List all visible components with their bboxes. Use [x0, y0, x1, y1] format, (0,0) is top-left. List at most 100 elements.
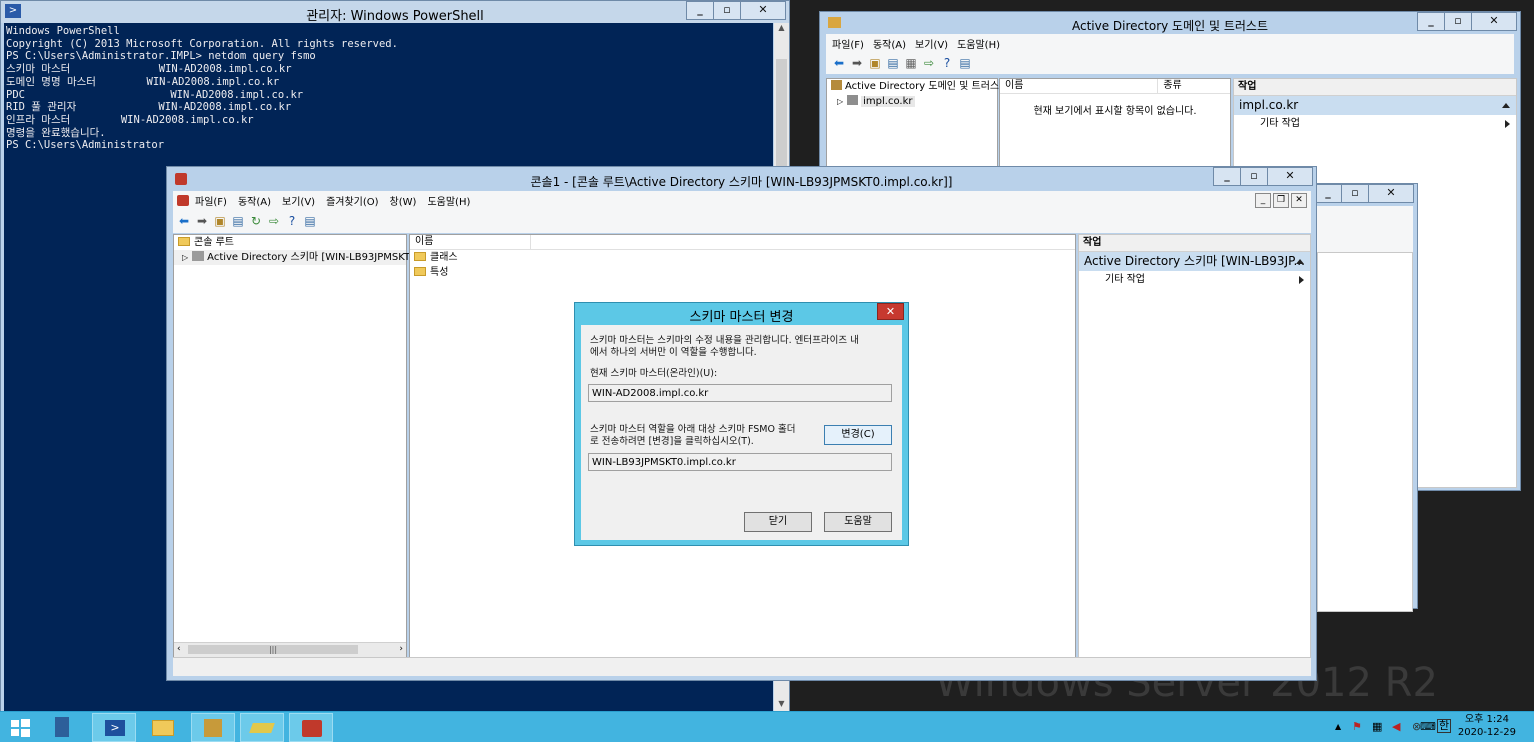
column-type[interactable]: 종류: [1158, 79, 1230, 93]
child-minimize-button[interactable]: _: [1255, 193, 1271, 208]
forward-icon[interactable]: ➡: [850, 56, 864, 70]
action-more[interactable]: 기타 작업: [1079, 271, 1310, 289]
column-name[interactable]: 이름: [410, 235, 531, 249]
collapse-icon[interactable]: [1502, 103, 1510, 108]
scroll-up-icon[interactable]: ▲: [774, 23, 789, 37]
ad-domains-titlebar[interactable]: Active Directory 도메인 및 트러스트 _ ▫ ✕: [820, 12, 1520, 34]
action-pane-icon[interactable]: ▤: [958, 56, 972, 70]
background-window-content: [1317, 206, 1413, 612]
maximize-button[interactable]: ▫: [1341, 184, 1369, 203]
powershell-titlebar[interactable]: > 관리자: Windows PowerShell _ ▫ ✕: [1, 1, 789, 24]
refresh-icon[interactable]: ↻: [249, 214, 263, 228]
folder-icon: [178, 237, 190, 246]
help-icon[interactable]: ?: [940, 56, 954, 70]
menu-file[interactable]: 파일(F): [195, 193, 227, 208]
console-line: PS C:\Users\Administrator.IMPL> netdom q…: [6, 50, 316, 63]
collapse-icon[interactable]: [1296, 259, 1304, 264]
minimize-button[interactable]: _: [686, 1, 714, 20]
action-pane-icon[interactable]: ▤: [303, 214, 317, 228]
back-icon[interactable]: ⬅: [832, 56, 846, 70]
menu-help[interactable]: 도움말(H): [957, 36, 1000, 51]
tree-hscrollbar[interactable]: ‹ ||| ›: [174, 642, 406, 657]
close-button[interactable]: ✕: [1267, 167, 1313, 186]
taskbar-console[interactable]: [289, 713, 333, 742]
description-line: 에서 하나의 서버만 이 역할을 수행합니다.: [590, 346, 757, 358]
export-icon[interactable]: ⇨: [922, 56, 936, 70]
taskbar-file-explorer[interactable]: [142, 713, 186, 742]
start-button[interactable]: [0, 713, 40, 742]
action-ad-schema[interactable]: Active Directory 스키마 [WIN-LB93JP...: [1079, 252, 1310, 271]
menu-view[interactable]: 보기(V): [282, 193, 315, 208]
tree-item-ad-schema[interactable]: ▷ Active Directory 스키마 [WIN-LB93JPMSKT0.i: [174, 250, 422, 265]
menu-file[interactable]: 파일(F): [832, 36, 864, 51]
network-icon[interactable]: ▦: [1372, 720, 1382, 733]
dialog-body: 스키마 마스터는 스키마의 수정 내용을 관리합니다. 엔터프라이즈 내 에서 …: [581, 325, 902, 540]
close-button[interactable]: ✕: [740, 1, 786, 20]
console-titlebar[interactable]: 콘솔1 - [콘솔 루트\Active Directory 스키마 [WIN-L…: [167, 167, 1316, 191]
taskbar-ad-tool[interactable]: [240, 713, 284, 742]
column-name[interactable]: 이름: [1000, 79, 1159, 93]
properties-icon[interactable]: ▦: [904, 56, 918, 70]
taskbar-server-manager[interactable]: [45, 713, 89, 742]
action-impl[interactable]: impl.co.kr: [1234, 96, 1516, 115]
show-tree-icon[interactable]: ▤: [231, 214, 245, 228]
maximize-button[interactable]: ▫: [1444, 12, 1472, 31]
windows-logo-icon: [11, 720, 19, 727]
dialog-close-button[interactable]: ✕: [877, 303, 904, 320]
volume-icon[interactable]: ◀: [1392, 720, 1400, 733]
scroll-left-icon[interactable]: ‹: [177, 644, 181, 654]
target-master-field[interactable]: WIN-LB93JPMSKT0.impl.co.kr: [588, 453, 892, 471]
expand-icon[interactable]: ▷: [837, 97, 843, 106]
minimize-button[interactable]: _: [1213, 167, 1241, 186]
list-item[interactable]: 특성: [410, 265, 1075, 280]
show-tree-icon[interactable]: ▤: [886, 56, 900, 70]
tree-root-console[interactable]: 콘솔 루트: [174, 235, 406, 250]
menu-help[interactable]: 도움말(H): [427, 193, 470, 208]
minimize-button[interactable]: _: [1417, 12, 1445, 31]
keyboard-icon[interactable]: ⌨: [1420, 720, 1436, 733]
taskbar-powershell[interactable]: >: [92, 713, 136, 742]
minimize-button[interactable]: _: [1314, 184, 1342, 203]
maximize-button[interactable]: ▫: [1240, 167, 1268, 186]
directory-tool-icon: [249, 723, 275, 733]
tree-item-impl[interactable]: ▷ impl.co.kr: [827, 94, 997, 109]
dialog-titlebar[interactable]: 스키마 마스터 변경 ✕: [575, 303, 908, 325]
powershell-title: 관리자: Windows PowerShell: [306, 9, 484, 24]
tree-root-ad-domains[interactable]: Active Directory 도메인 및 트러스트: [827, 79, 1008, 94]
current-master-field[interactable]: WIN-AD2008.impl.co.kr: [588, 384, 892, 402]
forward-icon[interactable]: ➡: [195, 214, 209, 228]
menu-action[interactable]: 동작(A): [873, 36, 906, 51]
menu-favorites[interactable]: 즐겨찾기(O): [326, 193, 378, 208]
child-close-button[interactable]: ✕: [1291, 193, 1307, 208]
menu-view[interactable]: 보기(V): [915, 36, 948, 51]
system-clock[interactable]: 오후 1:24 2020-12-29: [1458, 713, 1516, 739]
menu-window[interactable]: 창(W): [390, 193, 417, 208]
close-button[interactable]: ✕: [1471, 12, 1517, 31]
help-button[interactable]: 도움말: [824, 512, 892, 532]
close-button[interactable]: ✕: [1368, 184, 1414, 203]
menu-action[interactable]: 동작(A): [238, 193, 271, 208]
expand-icon[interactable]: ▷: [182, 253, 188, 262]
back-icon[interactable]: ⬅: [177, 214, 191, 228]
up-folder-icon[interactable]: ▣: [868, 56, 882, 70]
export-icon[interactable]: ⇨: [267, 214, 281, 228]
action-more[interactable]: 기타 작업: [1234, 115, 1516, 133]
action-center-icon[interactable]: ⚑: [1352, 720, 1362, 733]
change-schema-master-dialog[interactable]: 스키마 마스터 변경 ✕ 스키마 마스터는 스키마의 수정 내용을 관리합니다.…: [574, 302, 909, 546]
folder-icon: [414, 252, 426, 261]
taskbar-ad-domains[interactable]: [191, 713, 235, 742]
ime-indicator[interactable]: 한: [1437, 719, 1452, 733]
scroll-right-icon[interactable]: ›: [399, 644, 403, 654]
help-icon[interactable]: ?: [285, 214, 299, 228]
child-restore-button[interactable]: ❐: [1273, 193, 1289, 208]
domain-icon: [847, 95, 859, 105]
console-tree-pane[interactable]: 콘솔 루트 ▷ Active Directory 스키마 [WIN-LB93JPM…: [173, 234, 422, 658]
close-button[interactable]: 닫기: [744, 512, 812, 532]
maximize-button[interactable]: ▫: [713, 1, 741, 20]
list-item[interactable]: 클래스: [410, 250, 1075, 265]
up-folder-icon[interactable]: ▣: [213, 214, 227, 228]
folder-icon: [414, 267, 426, 276]
change-button[interactable]: 변경(C): [824, 425, 892, 445]
scroll-thumb[interactable]: |||: [188, 645, 358, 654]
show-hidden-icons-icon[interactable]: ▲: [1335, 722, 1341, 731]
